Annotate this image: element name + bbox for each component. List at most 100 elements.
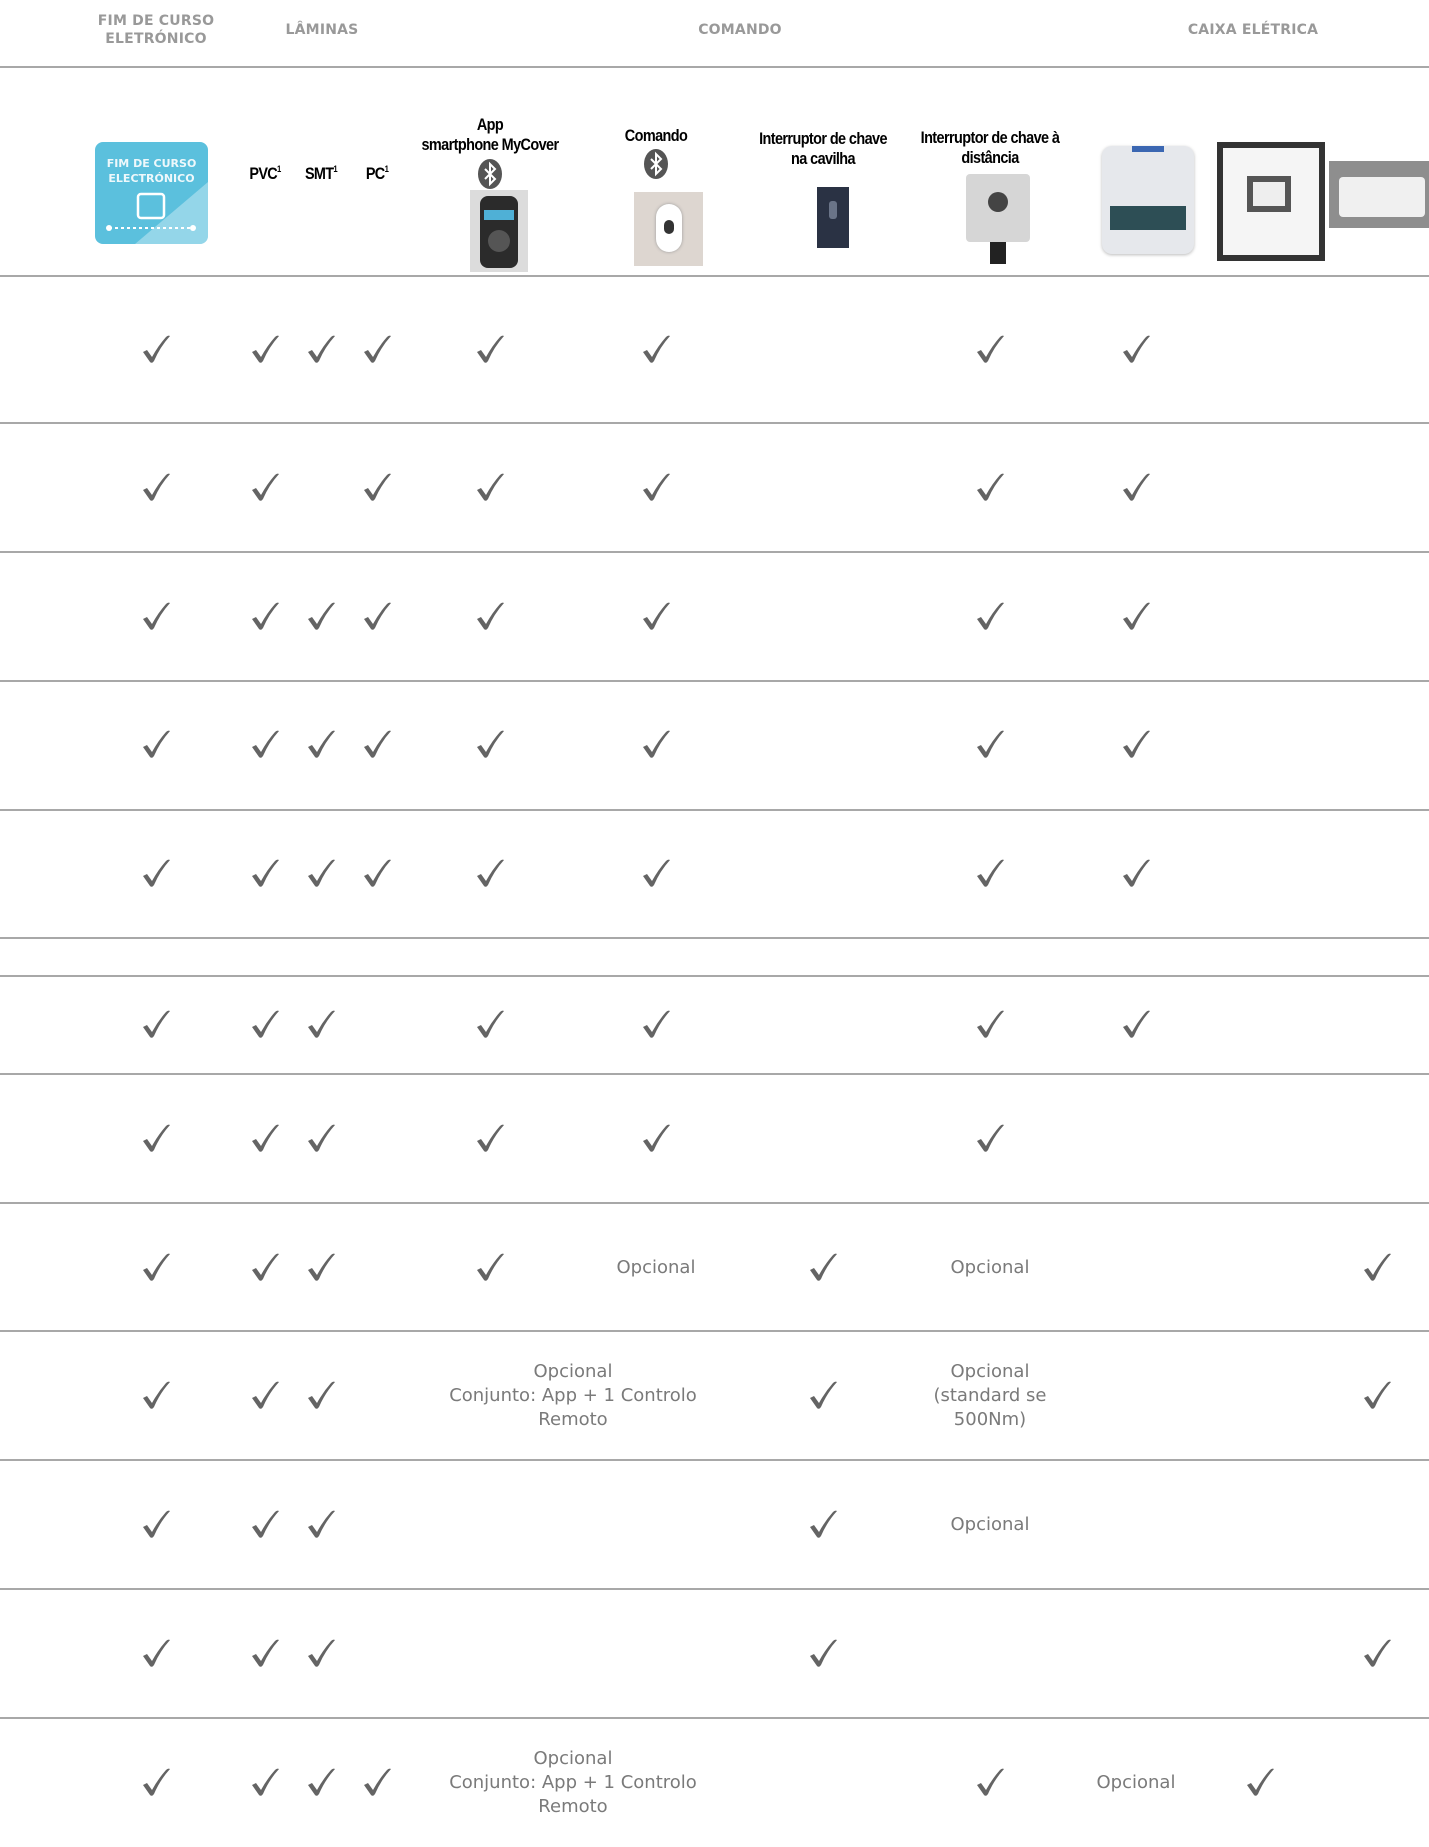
comparison-page: FIM DE CURSO ELETRÓNICO LÂMINAS COMANDO … xyxy=(0,0,1429,1838)
column-header-app: App smartphone MyCover xyxy=(421,115,559,154)
check-icon xyxy=(252,1510,279,1538)
check-icon xyxy=(308,602,335,630)
check-icon xyxy=(308,730,335,758)
check-icon xyxy=(143,1381,170,1409)
cell-smt xyxy=(304,1637,338,1671)
check-icon xyxy=(977,1010,1004,1038)
cell-smt xyxy=(304,333,338,367)
check-icon xyxy=(252,473,279,501)
cell-fim xyxy=(139,1637,173,1671)
row-divider xyxy=(0,1073,1429,1075)
check-icon xyxy=(252,1639,279,1667)
cell-smt xyxy=(304,1122,338,1156)
cell-pc xyxy=(360,728,394,762)
check-icon xyxy=(252,1010,279,1038)
cell-int-dist: Opcional (standard se 500Nm) xyxy=(933,1361,1047,1430)
cell-caixa1 xyxy=(1119,333,1153,367)
check-icon xyxy=(1123,1010,1150,1038)
cell-smt xyxy=(304,1008,338,1042)
check-icon xyxy=(1247,1768,1274,1796)
check-icon xyxy=(308,1639,335,1667)
check-icon xyxy=(143,730,170,758)
cell-fim xyxy=(139,1508,173,1542)
check-icon xyxy=(308,1768,335,1796)
check-icon xyxy=(1364,1253,1391,1281)
check-icon xyxy=(364,602,391,630)
check-icon xyxy=(143,1768,170,1796)
cell-int-dist xyxy=(973,1008,1007,1042)
cell-pvc xyxy=(248,471,282,505)
cell-pc xyxy=(360,1766,394,1800)
cell-app xyxy=(473,600,507,634)
group-header-laminas: LÂMINAS xyxy=(285,22,359,38)
check-icon xyxy=(643,859,670,887)
cell-pvc xyxy=(248,1008,282,1042)
row-divider xyxy=(0,975,1429,977)
cell-fim xyxy=(139,1008,173,1042)
cell-int-dist: Opcional xyxy=(950,1514,1030,1535)
cell-caixa1 xyxy=(1119,600,1153,634)
check-icon xyxy=(364,1768,391,1796)
check-icon xyxy=(143,1124,170,1152)
cell-fim xyxy=(139,600,173,634)
check-icon xyxy=(308,1253,335,1281)
cell-pc xyxy=(360,333,394,367)
check-icon xyxy=(977,602,1004,630)
remote-key-switch-image xyxy=(966,174,1030,266)
cell-fim xyxy=(139,1122,173,1156)
check-icon xyxy=(252,1768,279,1796)
check-icon xyxy=(977,335,1004,363)
check-icon xyxy=(477,602,504,630)
cell-pc xyxy=(360,600,394,634)
cell-pc xyxy=(360,857,394,891)
cell-int-dist xyxy=(973,600,1007,634)
row-divider xyxy=(0,680,1429,682)
cell-pc xyxy=(360,471,394,505)
cell-pvc xyxy=(248,1637,282,1671)
cell-pvc xyxy=(248,1766,282,1800)
cell-caixa1 xyxy=(1119,471,1153,505)
cell-comando: Opcional xyxy=(616,1257,696,1278)
bluetooth-icon xyxy=(644,149,668,179)
cell-comando xyxy=(639,728,673,762)
cell-fim xyxy=(139,1251,173,1285)
column-header-comando: Comando xyxy=(624,126,688,145)
check-icon xyxy=(143,859,170,887)
check-icon xyxy=(252,1253,279,1281)
check-icon xyxy=(1123,602,1150,630)
cell-fim xyxy=(139,1379,173,1413)
cell-int-dist xyxy=(973,333,1007,367)
remote-control-image xyxy=(634,192,703,266)
cell-app xyxy=(473,1122,507,1156)
check-icon xyxy=(477,730,504,758)
cell-smt xyxy=(304,1508,338,1542)
check-icon xyxy=(252,1124,279,1152)
check-icon xyxy=(252,335,279,363)
cell-fim xyxy=(139,333,173,367)
check-icon xyxy=(308,1381,335,1409)
check-icon xyxy=(308,1124,335,1152)
cell-caixa2 xyxy=(1243,1766,1277,1800)
row-divider xyxy=(0,809,1429,811)
check-icon xyxy=(364,473,391,501)
cell-caixa3 xyxy=(1360,1379,1394,1413)
cell-pvc xyxy=(248,333,282,367)
column-header-pvc: PVC1 xyxy=(249,164,281,183)
check-icon xyxy=(1364,1381,1391,1409)
check-icon xyxy=(1123,335,1150,363)
cell-pvc xyxy=(248,857,282,891)
row-divider xyxy=(0,1588,1429,1590)
cell-int-dist: Opcional xyxy=(950,1257,1030,1278)
check-icon xyxy=(143,1510,170,1538)
header-divider xyxy=(0,66,1429,68)
cell-smt xyxy=(304,1766,338,1800)
check-icon xyxy=(977,859,1004,887)
cell-app-comando: Opcional Conjunto: App + 1 Controlo Remo… xyxy=(449,1748,697,1817)
cell-comando xyxy=(639,1008,673,1042)
cell-pvc xyxy=(248,1251,282,1285)
cell-int-dist xyxy=(973,471,1007,505)
cell-pvc xyxy=(248,1122,282,1156)
junction-box-image xyxy=(1329,161,1429,228)
row-divider xyxy=(0,422,1429,424)
header-bottom-divider xyxy=(0,275,1429,277)
